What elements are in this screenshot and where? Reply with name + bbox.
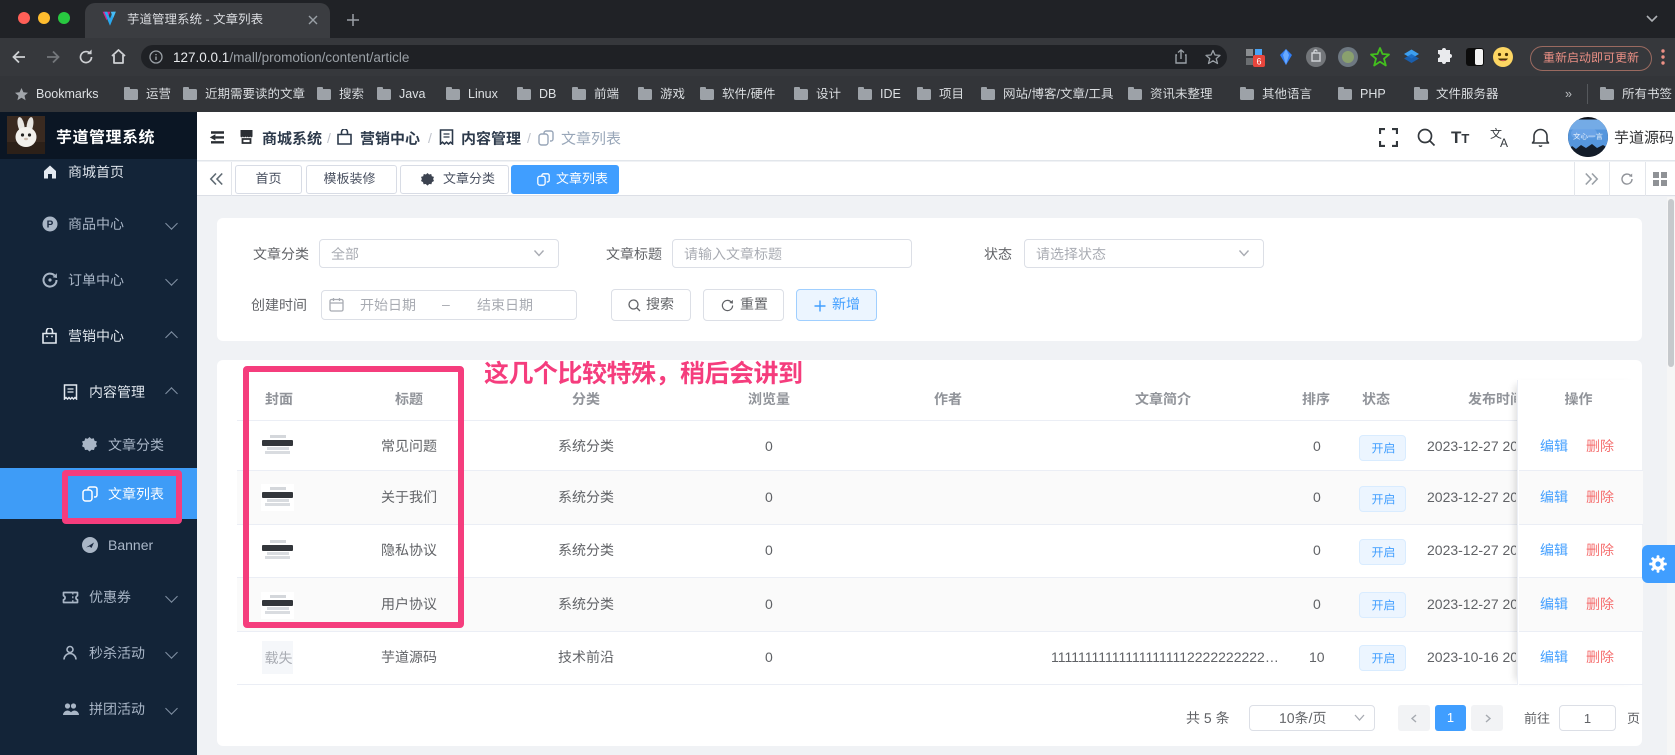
svg-text:6: 6 bbox=[1256, 57, 1261, 67]
svg-text:P: P bbox=[47, 220, 54, 231]
